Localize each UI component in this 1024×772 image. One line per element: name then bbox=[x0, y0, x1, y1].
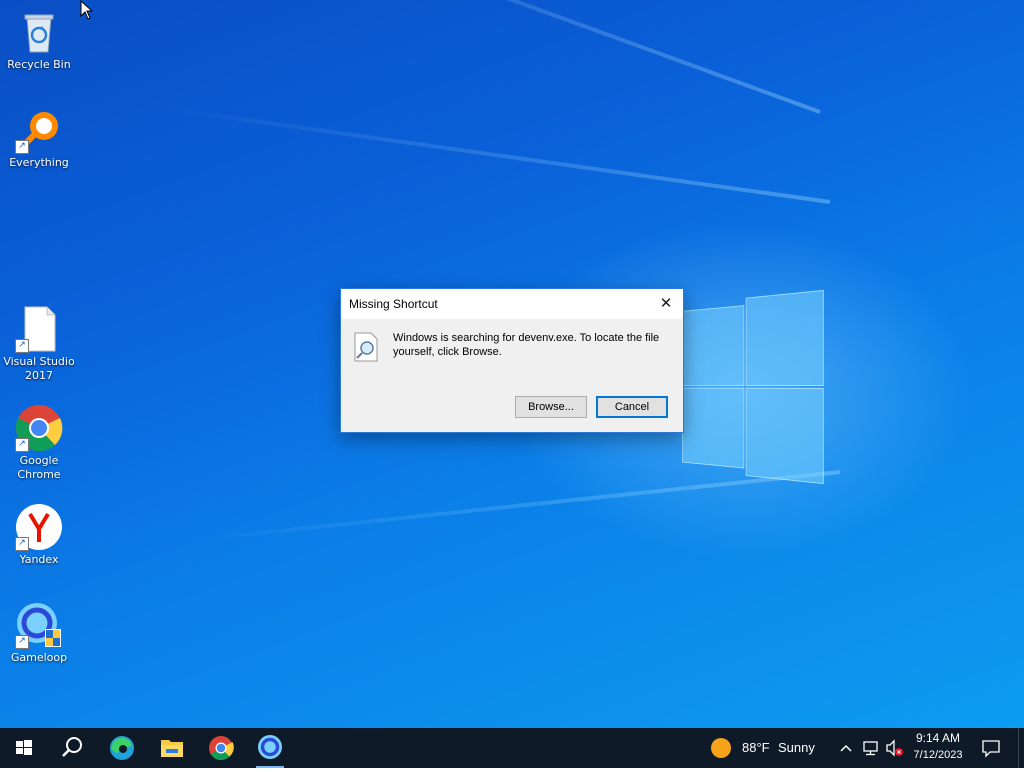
browse-button[interactable]: Browse... bbox=[515, 396, 587, 418]
desktop-icon-everything[interactable]: ↗ Everything bbox=[1, 106, 77, 170]
show-desktop-button[interactable] bbox=[1018, 728, 1024, 768]
dialog-message: Windows is searching for devenv.exe. To … bbox=[393, 332, 660, 358]
blank-file-icon: ↗ bbox=[15, 305, 63, 353]
shortcut-arrow-icon: ↗ bbox=[15, 140, 29, 154]
desktop-icon-label: Gameloop bbox=[10, 651, 68, 664]
notification-icon[interactable] bbox=[980, 738, 1002, 762]
folder-icon bbox=[161, 740, 183, 757]
chrome-icon bbox=[209, 736, 234, 761]
chrome-icon: ↗ bbox=[15, 404, 63, 452]
desktop[interactable]: Recycle Bin ↗ Everything ↗ Visual Studio… bbox=[0, 0, 1024, 728]
weather-sun-icon[interactable] bbox=[710, 737, 732, 759]
light-beam bbox=[183, 470, 841, 543]
desktop-icon-yandex[interactable]: ↗ Yandex bbox=[1, 503, 77, 567]
desktop-icon-recycle-bin[interactable]: Recycle Bin bbox=[1, 8, 77, 72]
taskbar-file-explorer[interactable] bbox=[148, 728, 196, 768]
network-icon[interactable] bbox=[861, 739, 881, 761]
shortcut-arrow-icon: ↗ bbox=[15, 635, 29, 649]
gameloop-icon: ↗ bbox=[15, 601, 63, 649]
missing-shortcut-dialog[interactable]: Missing Shortcut ✕ Windows is searching … bbox=[340, 288, 684, 433]
desktop-icon-label: Visual Studio 2017 bbox=[3, 355, 75, 382]
magnifier-document-icon bbox=[353, 331, 381, 363]
mouse-cursor-icon bbox=[80, 0, 94, 24]
edge-icon bbox=[110, 736, 134, 760]
weather-description[interactable]: Sunny bbox=[778, 740, 815, 755]
shortcut-arrow-icon: ↗ bbox=[15, 438, 29, 452]
recycle-bin-icon bbox=[15, 8, 63, 56]
desktop-icon-label: Everything bbox=[9, 156, 69, 169]
taskbar-edge[interactable] bbox=[98, 728, 146, 768]
yandex-icon: ↗ bbox=[15, 503, 63, 551]
light-beam bbox=[236, 0, 821, 114]
close-icon[interactable]: ✕ bbox=[649, 289, 683, 319]
desktop-icon-label: Yandex bbox=[19, 553, 59, 566]
search-icon bbox=[62, 737, 82, 757]
volume-muted-icon[interactable] bbox=[885, 739, 905, 761]
shortcut-arrow-icon: ↗ bbox=[15, 537, 29, 551]
taskbar-chrome[interactable] bbox=[197, 728, 245, 768]
windows-logo-graphic bbox=[682, 289, 824, 485]
desktop-icon-label: Recycle Bin bbox=[7, 58, 71, 71]
desktop-icon-label: Google Chrome bbox=[17, 454, 61, 481]
light-beam bbox=[156, 105, 831, 204]
search-button[interactable] bbox=[48, 728, 96, 768]
gameloop-icon bbox=[258, 735, 282, 759]
taskbar-gameloop[interactable] bbox=[246, 728, 294, 768]
clock-date[interactable]: 7/12/2023 bbox=[905, 749, 971, 761]
chevron-up-icon[interactable] bbox=[838, 739, 854, 761]
taskbar[interactable]: 88°F Sunny 9:14 AM 7/12/2023 bbox=[0, 728, 1024, 768]
clock-time[interactable]: 9:14 AM bbox=[905, 731, 971, 745]
shortcut-arrow-icon: ↗ bbox=[15, 339, 29, 353]
windows-start-icon bbox=[16, 740, 32, 755]
everything-search-icon: ↗ bbox=[15, 106, 63, 154]
cancel-button[interactable]: Cancel bbox=[596, 396, 668, 418]
start-button[interactable] bbox=[0, 728, 48, 768]
weather-temperature[interactable]: 88°F bbox=[742, 740, 770, 755]
dialog-titlebar[interactable]: Missing Shortcut ✕ bbox=[341, 289, 683, 319]
dialog-title: Missing Shortcut bbox=[349, 297, 438, 311]
desktop-icon-gameloop[interactable]: ↗ Gameloop bbox=[1, 601, 77, 665]
desktop-icon-visual-studio[interactable]: ↗ Visual Studio 2017 bbox=[1, 305, 77, 383]
desktop-icon-google-chrome[interactable]: ↗ Google Chrome bbox=[1, 404, 77, 482]
